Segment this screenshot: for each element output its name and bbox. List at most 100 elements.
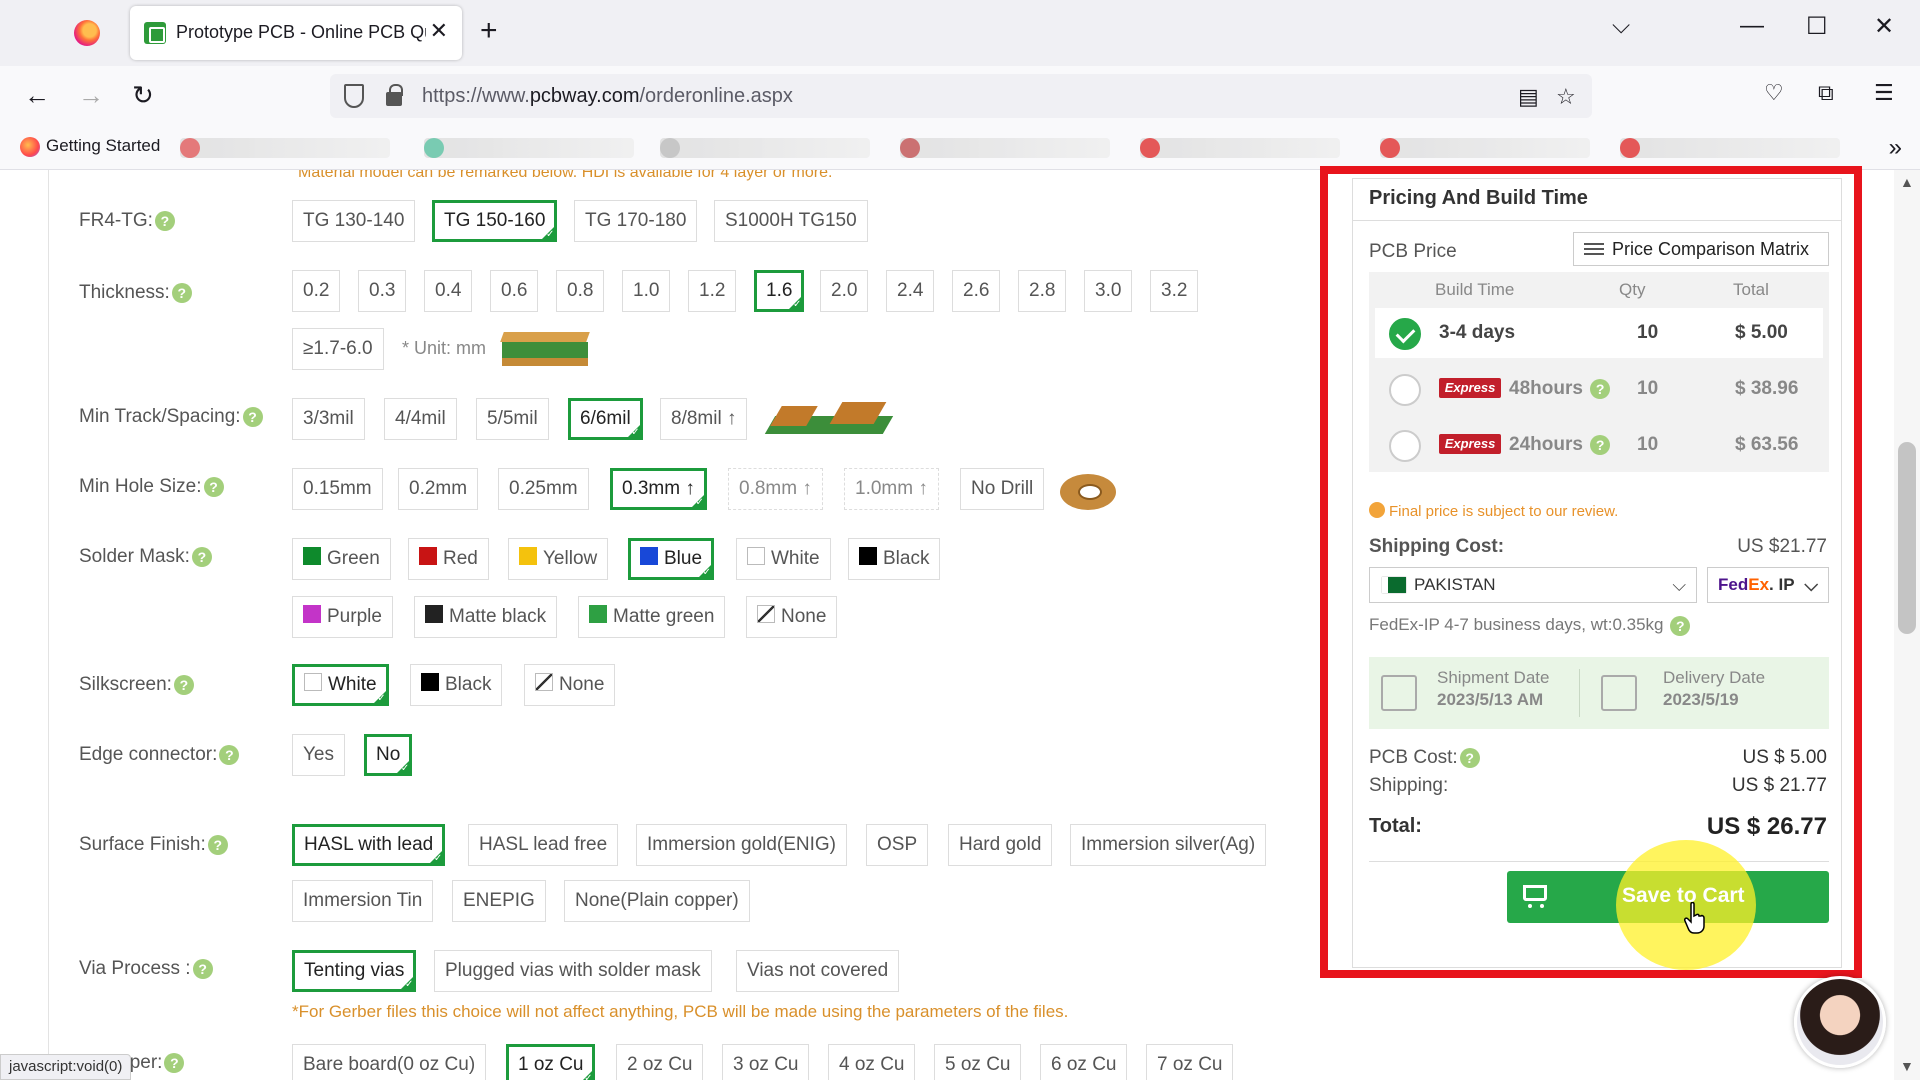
help-icon[interactable]: ? — [164, 1052, 185, 1073]
surface-finish-option[interactable]: Immersion gold(ENIG) — [636, 824, 847, 866]
thickness-option[interactable]: 2.0 — [820, 270, 869, 312]
hole-option[interactable]: 0.15mm — [292, 468, 383, 510]
help-icon[interactable]: ? — [192, 958, 213, 979]
edge-connector-no-selected[interactable]: No — [364, 734, 413, 776]
help-icon[interactable]: ? — [219, 744, 240, 765]
hole-option-selected[interactable]: 0.3mm ↑ — [610, 468, 707, 510]
surface-finish-option[interactable]: Immersion Tin — [292, 880, 434, 922]
firefox-logo-icon[interactable] — [74, 20, 100, 46]
hole-option[interactable]: 0.25mm — [498, 468, 589, 510]
extensions-icon[interactable]: ⧉ — [1818, 80, 1834, 106]
fr4-tg-option-selected[interactable]: TG 150-160 — [432, 200, 558, 242]
back-button[interactable]: ← — [24, 80, 50, 111]
bookmark-star-icon[interactable]: ☆ — [1556, 84, 1576, 110]
thickness-option[interactable]: ≥1.7-6.0 — [292, 328, 384, 370]
solder-mask-black[interactable]: Black — [848, 538, 941, 580]
solder-mask-purple[interactable]: Purple — [292, 596, 393, 638]
thickness-option[interactable]: 2.4 — [886, 270, 935, 312]
page-scrollbar[interactable]: ▲ ▼ — [1894, 170, 1920, 1080]
surface-finish-option[interactable]: OSP — [866, 824, 929, 866]
help-icon[interactable]: ? — [242, 406, 263, 427]
thickness-option[interactable]: 0.3 — [358, 270, 407, 312]
via-process-option[interactable]: Vias not covered — [736, 950, 900, 992]
copper-option[interactable]: Bare board(0 oz Cu) — [292, 1044, 487, 1080]
hole-option[interactable]: 0.2mm — [398, 468, 479, 510]
bookmark-blurred[interactable] — [180, 138, 390, 158]
copper-option[interactable]: 2 oz Cu — [616, 1044, 704, 1080]
bookmark-blurred[interactable] — [1140, 138, 1340, 158]
track-option-selected[interactable]: 6/6mil — [568, 398, 643, 440]
url-bar[interactable]: https://www.pcbway.com/orderonline.aspx … — [330, 74, 1592, 118]
thickness-option[interactable]: 2.8 — [1018, 270, 1067, 312]
menu-icon[interactable]: ☰ — [1874, 80, 1894, 106]
surface-finish-option[interactable]: ENEPIG — [452, 880, 546, 922]
surface-finish-option[interactable]: None(Plain copper) — [564, 880, 750, 922]
tab-close-icon[interactable]: ✕ — [430, 18, 448, 44]
more-bookmarks-icon[interactable]: » — [1889, 134, 1902, 162]
help-icon[interactable]: ? — [173, 674, 194, 695]
solder-mask-green[interactable]: Green — [292, 538, 391, 580]
surface-finish-option[interactable]: Immersion silver(Ag) — [1070, 824, 1267, 866]
solder-mask-yellow[interactable]: Yellow — [508, 538, 609, 580]
thickness-option[interactable]: 0.6 — [490, 270, 539, 312]
track-option[interactable]: 3/3mil — [292, 398, 365, 440]
silkscreen-none[interactable]: None — [524, 664, 616, 706]
thickness-option[interactable]: 3.2 — [1150, 270, 1199, 312]
solder-mask-red[interactable]: Red — [408, 538, 489, 580]
fr4-tg-option[interactable]: TG 170-180 — [574, 200, 698, 242]
thickness-option[interactable]: 1.0 — [622, 270, 671, 312]
bookmark-getting-started[interactable]: Getting Started — [20, 136, 160, 157]
thickness-option[interactable]: 0.4 — [424, 270, 473, 312]
help-icon[interactable]: ? — [203, 476, 224, 497]
solder-mask-matte-black[interactable]: Matte black — [414, 596, 558, 638]
track-option[interactable]: 8/8mil ↑ — [660, 398, 748, 440]
hole-option-disabled[interactable]: 0.8mm ↑ — [728, 468, 823, 510]
bookmark-blurred[interactable] — [1620, 138, 1840, 158]
copper-option-selected[interactable]: 1 oz Cu — [506, 1044, 596, 1080]
pocket-icon[interactable]: ♡ — [1764, 80, 1784, 106]
surface-finish-option-selected[interactable]: HASL with lead — [292, 824, 446, 866]
new-tab-button[interactable]: + — [480, 14, 498, 48]
thickness-option[interactable]: 2.6 — [952, 270, 1001, 312]
via-process-option-selected[interactable]: Tenting vias — [292, 950, 417, 992]
via-process-option[interactable]: Plugged vias with solder mask — [434, 950, 712, 992]
track-option[interactable]: 4/4mil — [384, 398, 457, 440]
bookmark-blurred[interactable] — [1380, 138, 1590, 158]
silkscreen-white-selected[interactable]: White — [292, 664, 389, 706]
silkscreen-black[interactable]: Black — [410, 664, 503, 706]
copper-option[interactable]: 3 oz Cu — [722, 1044, 810, 1080]
surface-finish-option[interactable]: Hard gold — [948, 824, 1053, 866]
reader-view-icon[interactable]: ▤ — [1518, 84, 1539, 110]
support-agent-avatar[interactable] — [1794, 976, 1886, 1068]
bookmark-blurred[interactable] — [900, 138, 1110, 158]
copper-option[interactable]: 5 oz Cu — [934, 1044, 1022, 1080]
copper-option[interactable]: 7 oz Cu — [1146, 1044, 1234, 1080]
maximize-button[interactable]: ☐ — [1806, 12, 1828, 41]
fr4-tg-option[interactable]: S1000H TG150 — [714, 200, 868, 242]
forward-button[interactable]: → — [78, 80, 104, 111]
solder-mask-white[interactable]: White — [736, 538, 831, 580]
solder-mask-blue-selected[interactable]: Blue — [628, 538, 715, 580]
browser-tab-active[interactable]: Prototype PCB - Online PCB Qu ✕ — [130, 6, 462, 60]
thickness-option-selected[interactable]: 1.6 — [754, 270, 805, 312]
fr4-tg-option[interactable]: TG 130-140 — [292, 200, 416, 242]
url-text[interactable]: https://www.pcbway.com/orderonline.aspx — [422, 85, 793, 108]
scroll-thumb[interactable] — [1898, 442, 1916, 634]
solder-mask-none[interactable]: None — [746, 596, 838, 638]
copper-option[interactable]: 6 oz Cu — [1040, 1044, 1128, 1080]
surface-finish-option[interactable]: HASL lead free — [468, 824, 619, 866]
thickness-option[interactable]: 0.2 — [292, 270, 341, 312]
track-option[interactable]: 5/5mil — [476, 398, 549, 440]
tracking-shield-icon[interactable] — [344, 84, 364, 108]
thickness-option[interactable]: 1.2 — [688, 270, 737, 312]
tab-list-chevron-icon[interactable]: ⌵ — [1612, 12, 1630, 40]
lock-icon[interactable] — [386, 84, 403, 106]
help-icon[interactable]: ? — [191, 546, 212, 567]
thickness-option[interactable]: 3.0 — [1084, 270, 1133, 312]
reload-button[interactable]: ↻ — [132, 80, 154, 111]
hole-option-disabled[interactable]: 1.0mm ↑ — [844, 468, 939, 510]
thickness-option[interactable]: 0.8 — [556, 270, 605, 312]
minimize-button[interactable]: — — [1740, 12, 1764, 40]
copper-option[interactable]: 4 oz Cu — [828, 1044, 916, 1080]
help-icon[interactable]: ? — [207, 834, 228, 855]
